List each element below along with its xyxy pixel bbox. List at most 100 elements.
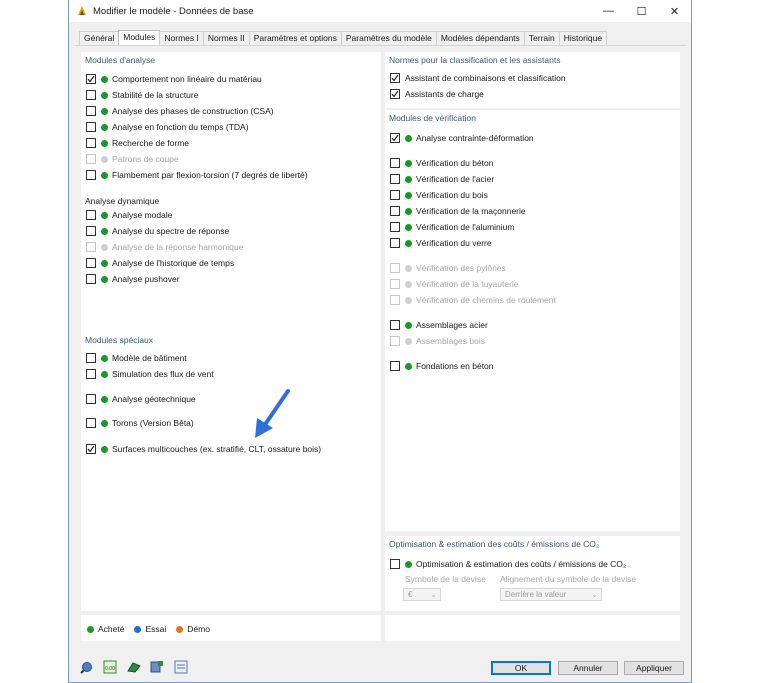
module-label: Assistants de charge <box>405 89 484 99</box>
cancel-button[interactable]: Annuler <box>558 661 618 675</box>
checkbox[interactable] <box>390 206 400 216</box>
module-item[interactable]: Analyse géotechnique <box>86 393 196 405</box>
checkbox[interactable] <box>86 444 96 454</box>
module-item[interactable]: Analyse des phases de construction (CSA) <box>86 105 274 117</box>
status-dot <box>405 175 412 183</box>
status-dot <box>101 370 108 378</box>
norms-panel: Normes pour la classification et les ass… <box>385 52 680 108</box>
tab-general[interactable]: Général <box>79 31 120 45</box>
status-dot <box>101 243 108 251</box>
status-dot <box>101 419 108 427</box>
status-dot <box>101 354 108 362</box>
tab-modeles-dependants[interactable]: Modèles dépendants <box>435 31 525 45</box>
status-dot <box>101 227 108 235</box>
annotation-arrow <box>255 389 290 438</box>
module-label: Surfaces multicouches (ex. stratifié, CL… <box>112 444 322 454</box>
module-label: Stabilité de la structure <box>112 90 199 100</box>
module-item[interactable]: Analyse contrainte-déformation <box>390 132 534 144</box>
maximize-button[interactable]: ☐ <box>625 0 658 22</box>
checkbox[interactable] <box>86 170 96 180</box>
module-item[interactable]: Assistants de charge <box>390 88 484 100</box>
module-item[interactable]: Torons (Version Bêta) <box>86 417 194 429</box>
check-icon <box>391 90 399 98</box>
checkbox[interactable] <box>86 226 96 236</box>
minimize-button[interactable]: — <box>592 0 625 22</box>
module-item[interactable]: Fondations en béton <box>390 360 494 372</box>
checkbox[interactable] <box>86 138 96 148</box>
module-item[interactable]: Vérification de l'acier <box>390 173 494 185</box>
checkbox[interactable] <box>86 418 96 428</box>
checkbox[interactable] <box>86 106 96 116</box>
checkbox[interactable] <box>390 320 400 330</box>
optimization-item[interactable]: Optimisation & estimation des coûts / ém… <box>390 558 626 570</box>
module-item[interactable]: Analyse du spectre de réponse <box>86 225 229 237</box>
module-item[interactable]: Assemblages acier <box>390 319 488 331</box>
module-item[interactable]: Analyse modale <box>86 209 172 221</box>
status-dot <box>405 134 412 142</box>
module-item[interactable]: Analyse en fonction du temps (TDA) <box>86 121 249 133</box>
tab-terrain[interactable]: Terrain <box>523 31 560 45</box>
close-button[interactable]: ✕ <box>658 0 691 22</box>
module-item[interactable]: Vérification de l'aluminium <box>390 221 514 233</box>
model-info-icon[interactable] <box>174 660 188 674</box>
checkbox[interactable] <box>390 559 400 569</box>
module-item[interactable]: Recherche de forme <box>86 137 189 149</box>
analysis-modules-title: Modules d'analyse <box>85 55 156 65</box>
module-item[interactable]: Stabilité de la structure <box>86 89 198 101</box>
render-icon[interactable] <box>127 660 141 674</box>
checkbox[interactable] <box>86 353 96 363</box>
tab-modules[interactable]: Modules <box>118 30 161 45</box>
module-item[interactable]: Comportement non linéaire du matériau <box>86 73 262 85</box>
module-item: Analyse de la réponse harmonique <box>86 241 243 253</box>
module-item[interactable]: Surfaces multicouches (ex. stratifié, CL… <box>86 443 321 455</box>
module-item[interactable]: Analyse de l'historique de temps <box>86 257 234 269</box>
checkbox[interactable] <box>390 174 400 184</box>
tab-normes-2[interactable]: Normes II <box>202 31 250 45</box>
module-item[interactable]: Simulation des flux de vent <box>86 368 214 380</box>
ok-button[interactable]: OK <box>491 661 551 675</box>
status-dot <box>101 171 108 179</box>
tab-parametres-modele[interactable]: Paramètres du modèle <box>340 31 437 45</box>
checkbox[interactable] <box>86 122 96 132</box>
checkbox[interactable] <box>390 361 400 371</box>
checkbox[interactable] <box>390 158 400 168</box>
module-item[interactable]: Vérification du bois <box>390 189 488 201</box>
module-item[interactable]: Vérification du béton <box>390 157 494 169</box>
check-icon <box>87 445 95 453</box>
tab-normes-1[interactable]: Normes I <box>159 31 204 45</box>
checkbox[interactable] <box>86 210 96 220</box>
module-label: Vérification de l'aluminium <box>416 222 515 232</box>
status-dot <box>101 139 108 147</box>
checkbox[interactable] <box>390 133 400 143</box>
checkbox[interactable] <box>86 258 96 268</box>
module-item[interactable]: Vérification du verre <box>390 237 492 249</box>
check-icon <box>87 75 95 83</box>
module-item[interactable]: Assistant de combinaisons et classificat… <box>390 72 566 84</box>
checkbox[interactable] <box>86 369 96 379</box>
module-item[interactable]: Flambement par flexion-torsion (7 degrés… <box>86 169 308 181</box>
checkbox[interactable] <box>390 190 400 200</box>
checkbox <box>390 263 400 273</box>
currency-alignment-select[interactable]: Derrière la valeur ⌄ <box>500 588 602 601</box>
checkbox[interactable] <box>86 274 96 284</box>
tab-historique[interactable]: Historique <box>558 31 608 45</box>
tab-parametres-options[interactable]: Paramètres et options <box>248 31 342 45</box>
units-icon[interactable]: 0.00 <box>103 660 117 674</box>
checkbox[interactable] <box>390 89 400 99</box>
checkbox[interactable] <box>86 74 96 84</box>
checkbox[interactable] <box>390 73 400 83</box>
status-dot <box>101 445 108 453</box>
checkbox[interactable] <box>86 394 96 404</box>
module-label: Analyse géotechnique <box>112 394 196 404</box>
module-item[interactable]: Modèle de bâtiment <box>86 352 187 364</box>
help-search-icon[interactable] <box>79 660 93 674</box>
apply-button[interactable]: Appliquer <box>624 661 684 675</box>
checkbox[interactable] <box>86 90 96 100</box>
module-item[interactable]: Analyse pushover <box>86 273 180 285</box>
legend-panel: Acheté Essai Démo <box>81 615 381 641</box>
module-item[interactable]: Vérification de la maçonnerie <box>390 205 526 217</box>
checkbox[interactable] <box>390 238 400 248</box>
save-settings-icon[interactable] <box>150 660 164 674</box>
checkbox[interactable] <box>390 222 400 232</box>
currency-symbol-select[interactable]: € ⌄ <box>403 588 441 601</box>
